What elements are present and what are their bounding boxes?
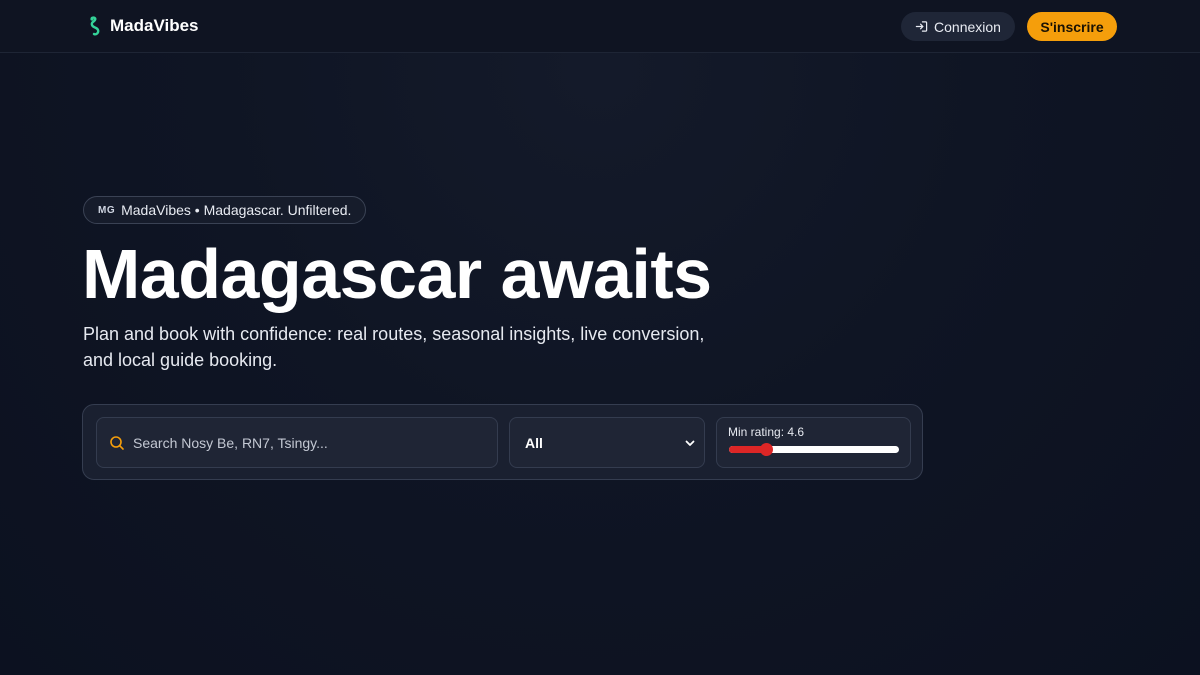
login-button[interactable]: Connexion xyxy=(901,12,1015,41)
chevron-down-icon xyxy=(685,440,695,446)
min-rating-label: Min rating: 4.6 xyxy=(728,425,805,439)
slider-thumb[interactable] xyxy=(760,443,774,456)
category-selected-value: All xyxy=(525,434,543,451)
brand-logo-link[interactable]: MadaVibes xyxy=(86,14,199,38)
lizard-icon xyxy=(90,16,100,36)
brand-name: MadaVibes xyxy=(110,16,199,35)
login-label: Connexion xyxy=(934,18,1001,35)
search-field[interactable] xyxy=(96,417,498,468)
signup-button[interactable]: S'inscrire xyxy=(1027,12,1117,41)
hero-subtitle: Plan and book with confidence: real rout… xyxy=(83,324,705,370)
badge-flag: MG xyxy=(98,204,116,216)
search-icon xyxy=(110,435,124,450)
sign-in-icon xyxy=(915,21,928,32)
top-navbar: MadaVibes Connexion S'inscrire xyxy=(0,0,1200,53)
hero-title: Madagascar awaits xyxy=(82,235,712,313)
badge-text: MadaVibes • Madagascar. Unfiltered. xyxy=(121,202,352,218)
hero-badge: MG MadaVibes • Madagascar. Unfiltered. xyxy=(83,196,367,224)
search-panel: All Min rating: 4.6 xyxy=(82,404,923,480)
category-select[interactable]: All xyxy=(509,417,705,468)
min-rating-slider[interactable] xyxy=(729,443,899,456)
min-rating-filter: Min rating: 4.6 xyxy=(716,417,911,468)
search-input[interactable] xyxy=(133,434,493,451)
